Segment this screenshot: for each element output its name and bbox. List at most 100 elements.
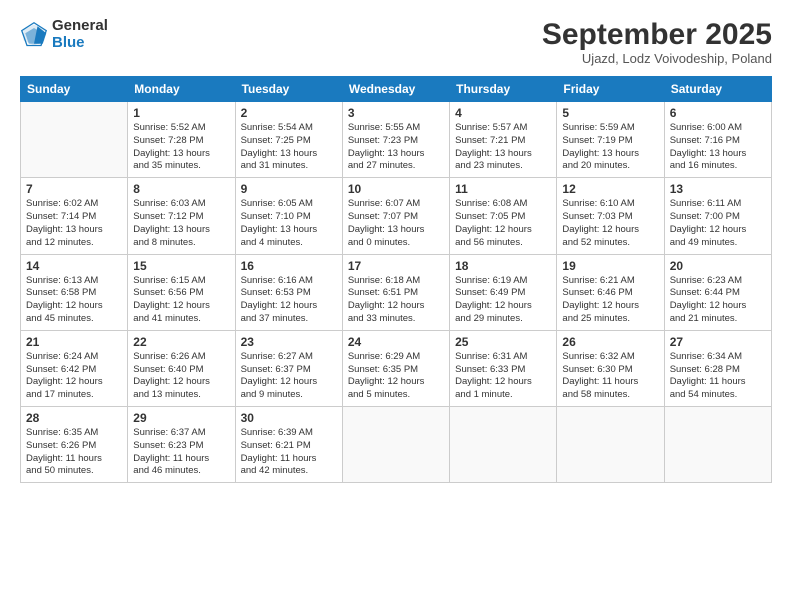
calendar-cell: 29 Sunrise: 6:37 AMSunset: 6:23 PMDayligh… [128,407,235,483]
header: General Blue September 2025 Ujazd, Lodz … [20,18,772,66]
calendar-cell: 30 Sunrise: 6:39 AMSunset: 6:21 PMDayligh… [235,407,342,483]
calendar-cell [342,407,449,483]
date-number: 9 [241,182,337,196]
day-header-monday: Monday [128,77,235,102]
date-number: 23 [241,335,337,349]
cell-daylight-info: Sunrise: 6:16 AMSunset: 6:53 PMDaylight:… [241,275,337,326]
date-number: 30 [241,411,337,425]
calendar-cell [557,407,664,483]
date-number: 4 [455,106,551,120]
date-number: 17 [348,259,444,273]
cell-daylight-info: Sunrise: 5:59 AMSunset: 7:19 PMDaylight:… [562,122,658,173]
date-number: 5 [562,106,658,120]
cell-daylight-info: Sunrise: 6:02 AMSunset: 7:14 PMDaylight:… [26,198,122,249]
title-block: September 2025 Ujazd, Lodz Voivodeship, … [542,18,772,66]
calendar-table: SundayMondayTuesdayWednesdayThursdayFrid… [20,76,772,483]
calendar-header: SundayMondayTuesdayWednesdayThursdayFrid… [21,77,772,102]
cell-daylight-info: Sunrise: 5:57 AMSunset: 7:21 PMDaylight:… [455,122,551,173]
date-number: 14 [26,259,122,273]
date-number: 2 [241,106,337,120]
calendar-cell: 21Sunrise: 6:24 AMSunset: 6:42 PMDayligh… [21,330,128,406]
date-number: 8 [133,182,229,196]
logo-text: General Blue [52,18,108,51]
date-number: 21 [26,335,122,349]
date-number: 25 [455,335,551,349]
date-number: 24 [348,335,444,349]
logo-icon [20,21,48,49]
calendar-cell: 4 Sunrise: 5:57 AMSunset: 7:21 PMDaylight… [450,102,557,178]
date-number: 12 [562,182,658,196]
calendar-cell: 16Sunrise: 6:16 AMSunset: 6:53 PMDayligh… [235,254,342,330]
date-number: 19 [562,259,658,273]
calendar-cell [664,407,771,483]
date-number: 18 [455,259,551,273]
week-row-1: 1Sunrise: 5:52 AMSunset: 7:28 PMDaylight… [21,102,772,178]
calendar-cell: 14 Sunrise: 6:13 AMSunset: 6:58 PMDayligh… [21,254,128,330]
calendar-cell [450,407,557,483]
cell-daylight-info: Sunrise: 6:00 AMSunset: 7:16 PMDaylight:… [670,122,766,173]
calendar-cell: 8 Sunrise: 6:03 AMSunset: 7:12 PMDaylight… [128,178,235,254]
cell-daylight-info: Sunrise: 6:39 AMSunset: 6:21 PMDaylight:… [241,427,337,478]
cell-daylight-info: Sunrise: 6:31 AMSunset: 6:33 PMDaylight:… [455,351,551,402]
cell-daylight-info: Sunrise: 6:19 AMSunset: 6:49 PMDaylight:… [455,275,551,326]
calendar-cell: 9Sunrise: 6:05 AMSunset: 7:10 PMDaylight… [235,178,342,254]
day-header-thursday: Thursday [450,77,557,102]
week-row-4: 21Sunrise: 6:24 AMSunset: 6:42 PMDayligh… [21,330,772,406]
date-number: 29 [133,411,229,425]
cell-daylight-info: Sunrise: 6:11 AMSunset: 7:00 PMDaylight:… [670,198,766,249]
calendar-cell: 10 Sunrise: 6:07 AMSunset: 7:07 PMDayligh… [342,178,449,254]
day-header-sunday: Sunday [21,77,128,102]
cell-daylight-info: Sunrise: 5:54 AMSunset: 7:25 PMDaylight:… [241,122,337,173]
date-number: 10 [348,182,444,196]
calendar-cell: 5 Sunrise: 5:59 AMSunset: 7:19 PMDaylight… [557,102,664,178]
date-number: 13 [670,182,766,196]
logo-blue-text: Blue [52,35,108,52]
cell-daylight-info: Sunrise: 6:03 AMSunset: 7:12 PMDaylight:… [133,198,229,249]
calendar-cell [21,102,128,178]
calendar-cell: 20 Sunrise: 6:23 AMSunset: 6:44 PMDayligh… [664,254,771,330]
calendar-cell: 13 Sunrise: 6:11 AMSunset: 7:00 PMDayligh… [664,178,771,254]
day-header-friday: Friday [557,77,664,102]
cell-daylight-info: Sunrise: 6:23 AMSunset: 6:44 PMDaylight:… [670,275,766,326]
cell-daylight-info: Sunrise: 6:26 AMSunset: 6:40 PMDaylight:… [133,351,229,402]
cell-daylight-info: Sunrise: 6:34 AMSunset: 6:28 PMDaylight:… [670,351,766,402]
date-number: 26 [562,335,658,349]
week-row-3: 14 Sunrise: 6:13 AMSunset: 6:58 PMDayligh… [21,254,772,330]
date-number: 20 [670,259,766,273]
cell-daylight-info: Sunrise: 6:29 AMSunset: 6:35 PMDaylight:… [348,351,444,402]
date-number: 1 [133,106,229,120]
calendar-cell: 11Sunrise: 6:08 AMSunset: 7:05 PMDayligh… [450,178,557,254]
day-header-wednesday: Wednesday [342,77,449,102]
cell-daylight-info: Sunrise: 6:37 AMSunset: 6:23 PMDaylight:… [133,427,229,478]
cell-daylight-info: Sunrise: 6:32 AMSunset: 6:30 PMDaylight:… [562,351,658,402]
cell-daylight-info: Sunrise: 6:13 AMSunset: 6:58 PMDaylight:… [26,275,122,326]
calendar-cell: 2 Sunrise: 5:54 AMSunset: 7:25 PMDaylight… [235,102,342,178]
date-number: 22 [133,335,229,349]
date-number: 15 [133,259,229,273]
cell-daylight-info: Sunrise: 6:35 AMSunset: 6:26 PMDaylight:… [26,427,122,478]
calendar-cell: 25 Sunrise: 6:31 AMSunset: 6:33 PMDayligh… [450,330,557,406]
calendar-cell: 18 Sunrise: 6:19 AMSunset: 6:49 PMDayligh… [450,254,557,330]
day-header-saturday: Saturday [664,77,771,102]
page: General Blue September 2025 Ujazd, Lodz … [0,0,792,497]
calendar-cell: 22 Sunrise: 6:26 AMSunset: 6:40 PMDayligh… [128,330,235,406]
calendar-body: 1Sunrise: 5:52 AMSunset: 7:28 PMDaylight… [21,102,772,483]
calendar-cell: 26 Sunrise: 6:32 AMSunset: 6:30 PMDayligh… [557,330,664,406]
date-number: 3 [348,106,444,120]
date-number: 11 [455,182,551,196]
header-row: SundayMondayTuesdayWednesdayThursdayFrid… [21,77,772,102]
calendar-cell: 6 Sunrise: 6:00 AMSunset: 7:16 PMDaylight… [664,102,771,178]
calendar-subtitle: Ujazd, Lodz Voivodeship, Poland [542,51,772,66]
date-number: 7 [26,182,122,196]
date-number: 6 [670,106,766,120]
cell-daylight-info: Sunrise: 6:07 AMSunset: 7:07 PMDaylight:… [348,198,444,249]
calendar-cell: 7 Sunrise: 6:02 AMSunset: 7:14 PMDaylight… [21,178,128,254]
day-header-tuesday: Tuesday [235,77,342,102]
date-number: 27 [670,335,766,349]
week-row-5: 28Sunrise: 6:35 AMSunset: 6:26 PMDayligh… [21,407,772,483]
calendar-cell: 1Sunrise: 5:52 AMSunset: 7:28 PMDaylight… [128,102,235,178]
week-row-2: 7 Sunrise: 6:02 AMSunset: 7:14 PMDaylight… [21,178,772,254]
cell-daylight-info: Sunrise: 6:15 AMSunset: 6:56 PMDaylight:… [133,275,229,326]
cell-daylight-info: Sunrise: 6:21 AMSunset: 6:46 PMDaylight:… [562,275,658,326]
calendar-cell: 3Sunrise: 5:55 AMSunset: 7:23 PMDaylight… [342,102,449,178]
